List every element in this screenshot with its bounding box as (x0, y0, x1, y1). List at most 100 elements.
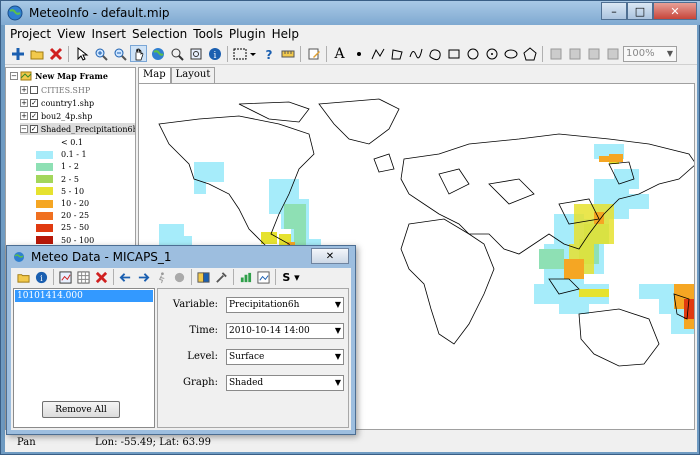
select-icon[interactable] (73, 45, 90, 62)
layout-page-icon[interactable] (566, 45, 583, 62)
zoom-in-icon[interactable] (92, 45, 109, 62)
toolbar-separator (233, 269, 234, 285)
legend-edit-icon[interactable] (195, 269, 212, 286)
measure-icon[interactable] (279, 45, 296, 62)
globe-icon[interactable] (149, 45, 166, 62)
arrow-right-icon[interactable] (135, 269, 152, 286)
legend-entry: 20 - 25 (36, 210, 89, 221)
dialog-title-bar[interactable]: Meteo Data - MICAPS_1 ✕ (7, 246, 355, 268)
graph-select[interactable]: Shaded ▼ (226, 375, 344, 391)
layout-zoom-in-icon[interactable] (585, 45, 602, 62)
layer-checkbox[interactable]: ✓ (29, 125, 38, 133)
ellipse-icon[interactable] (483, 45, 500, 62)
window-title: MeteoInfo - default.mip (29, 6, 170, 20)
rectangle-icon[interactable] (445, 45, 462, 62)
delete-icon[interactable] (47, 45, 64, 62)
menu-selection[interactable]: Selection (129, 27, 190, 41)
status-mode: Pan (17, 436, 36, 448)
layer-row-cities[interactable]: + CITIES.SHP (20, 84, 90, 96)
variable-select[interactable]: Precipitation6h ▼ (226, 297, 344, 313)
menu-help[interactable]: Help (269, 27, 302, 41)
run-icon[interactable] (153, 269, 170, 286)
legend-entry: 25 - 50 (36, 222, 89, 233)
stop-icon[interactable] (171, 269, 188, 286)
legend-entry: 5 - 10 (36, 186, 84, 197)
help-icon[interactable]: ? (260, 45, 277, 62)
tools-icon[interactable] (213, 269, 230, 286)
oval-icon[interactable] (502, 45, 519, 62)
graph-value: Shaded (229, 378, 264, 388)
layer-row-bou2[interactable]: + ✓ bou2_4p.shp (20, 110, 92, 122)
expand-icon[interactable]: + (20, 112, 28, 120)
text-A-icon[interactable]: A (331, 45, 348, 62)
time-select[interactable]: 2010-10-14 14:00 ▼ (226, 323, 344, 339)
open-icon[interactable] (15, 269, 32, 286)
image-chart-icon[interactable] (255, 269, 272, 286)
layer-checkbox[interactable]: ✓ (30, 99, 38, 107)
graph-label: Graph: (183, 377, 218, 388)
polyline-icon[interactable] (369, 45, 386, 62)
curve-icon[interactable] (407, 45, 424, 62)
open-icon[interactable] (28, 45, 45, 62)
collapse-icon[interactable]: − (10, 72, 18, 80)
layout-zoom-out-icon[interactable] (604, 45, 621, 62)
station-plot-icon[interactable] (57, 269, 74, 286)
map-frame-icon (20, 71, 32, 81)
legend-swatch (36, 138, 53, 147)
collapse-icon[interactable]: − (20, 125, 28, 133)
edit-icon[interactable] (305, 45, 322, 62)
layer-label: country1.shp (41, 98, 95, 108)
zoom-out-icon[interactable] (111, 45, 128, 62)
menu-project[interactable]: Project (7, 27, 54, 41)
info-icon[interactable]: i (33, 269, 50, 286)
chart-icon[interactable] (237, 269, 254, 286)
title-bar[interactable]: MeteoInfo - default.mip – □ ✕ (1, 1, 700, 25)
layer-checkbox[interactable] (30, 86, 38, 94)
layout-align-icon[interactable] (547, 45, 564, 62)
tab-map[interactable]: Map (138, 67, 171, 83)
menu-bar: Project View Insert Selection Tools Plug… (5, 25, 697, 43)
app-globe-icon (14, 252, 24, 262)
point-icon[interactable] (350, 45, 367, 62)
polygon-icon[interactable] (388, 45, 405, 62)
toolbar-separator (275, 269, 276, 285)
zoom-window-icon[interactable] (168, 45, 185, 62)
svg-text:i: i (213, 51, 216, 61)
full-extent-icon[interactable] (187, 45, 204, 62)
circle-icon[interactable] (464, 45, 481, 62)
add-layer-icon[interactable] (9, 45, 26, 62)
list-item[interactable]: 10101414.000 (15, 290, 153, 302)
identify-icon[interactable]: i (206, 45, 223, 62)
menu-insert[interactable]: Insert (89, 27, 129, 41)
tab-layout[interactable]: Layout (170, 67, 216, 83)
data-file-list[interactable]: 10101414.000 Remove All (13, 288, 155, 428)
menu-tools[interactable]: Tools (190, 27, 226, 41)
layer-row-country[interactable]: + ✓ country1.shp (20, 97, 94, 109)
expand-icon[interactable]: + (20, 86, 28, 94)
legend-entry: 0.1 - 1 (36, 149, 87, 160)
level-select[interactable]: Surface ▼ (226, 349, 344, 365)
expand-icon[interactable]: + (20, 99, 28, 107)
close-button[interactable]: ✕ (653, 2, 697, 20)
layer-row-precip[interactable]: − ✓ Shaded_Precipitation6h (20, 123, 135, 135)
grid-icon[interactable] (75, 269, 92, 286)
minimize-button[interactable]: – (601, 2, 627, 20)
layer-checkbox[interactable]: ✓ (30, 112, 38, 120)
zoom-combobox[interactable]: 100% ▼ (623, 45, 677, 62)
pentagon-icon[interactable] (521, 45, 538, 62)
selection-dropdown-icon[interactable] (232, 45, 258, 62)
legend-label: 2 - 5 (61, 174, 79, 184)
script-dropdown-icon[interactable]: S ▾ (279, 269, 303, 286)
pan-icon[interactable] (130, 45, 147, 62)
legend-entry: 10 - 20 (36, 198, 89, 209)
chevron-down-icon: ▼ (334, 378, 341, 387)
maximize-button[interactable]: □ (627, 2, 653, 20)
remove-all-button[interactable]: Remove All (42, 401, 120, 418)
delete-icon[interactable] (93, 269, 110, 286)
dialog-close-button[interactable]: ✕ (311, 248, 349, 264)
curve-polygon-icon[interactable] (426, 45, 443, 62)
arrow-left-icon[interactable] (117, 269, 134, 286)
tree-root[interactable]: − New Map Frame (10, 70, 108, 82)
menu-plugin[interactable]: Plugin (226, 27, 269, 41)
menu-view[interactable]: View (54, 27, 88, 41)
